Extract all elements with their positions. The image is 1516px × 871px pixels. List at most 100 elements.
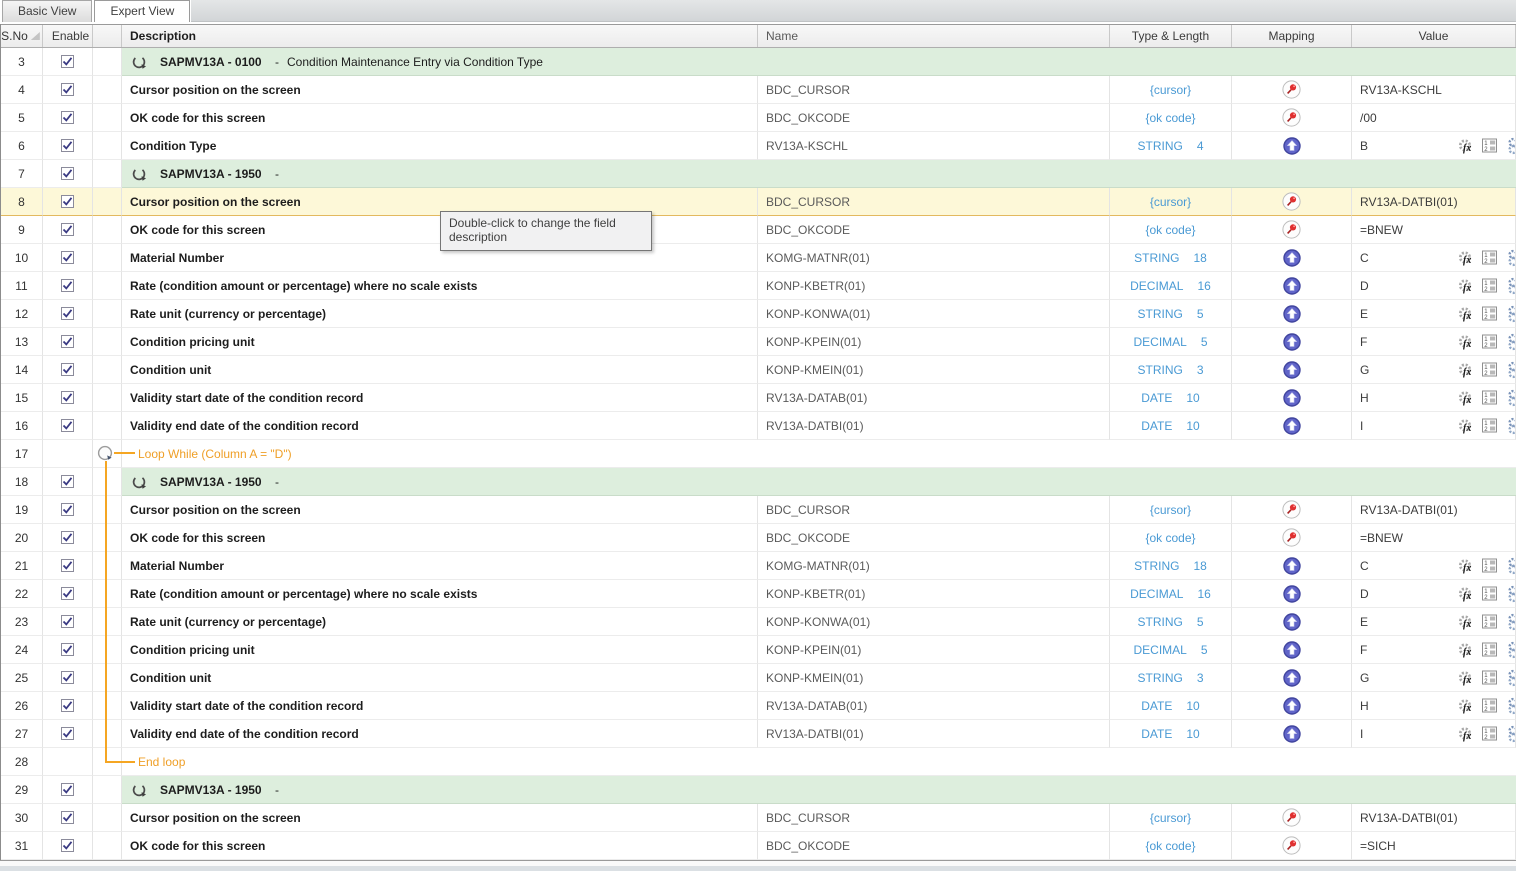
formula-fx-icon[interactable]: fx	[1458, 641, 1475, 658]
field-description[interactable]: Rate (condition amount or percentage) wh…	[122, 272, 758, 300]
field-type-length[interactable]: STRING5	[1110, 300, 1232, 328]
field-name[interactable]: RV13A-DATBI(01)	[758, 720, 1110, 748]
field-description[interactable]: Validity end date of the condition recor…	[122, 412, 758, 440]
value-cell[interactable]: E fx 1 2	[1352, 608, 1516, 636]
mapping-cell[interactable]	[1232, 76, 1352, 104]
field-description[interactable]: Rate unit (currency or percentage)	[122, 300, 758, 328]
column-header-type-length[interactable]: Type & Length	[1110, 25, 1232, 47]
field-name[interactable]: BDC_CURSOR	[758, 496, 1110, 524]
table-row[interactable]: 31 OK code for this screenBDC_OKCODE {ok…	[1, 832, 1516, 860]
field-description[interactable]: Condition unit	[122, 356, 758, 384]
enable-checkbox[interactable]	[61, 55, 74, 68]
field-type-length[interactable]: DECIMAL16	[1110, 580, 1232, 608]
value-cell[interactable]: C fx 1 2	[1352, 552, 1516, 580]
field-description[interactable]: Cursor position on the screen	[122, 496, 758, 524]
value-cell[interactable]: C fx 1 2	[1352, 244, 1516, 272]
column-header-description[interactable]: Description	[122, 25, 758, 47]
enable-checkbox[interactable]	[61, 307, 74, 320]
field-name[interactable]: RV13A-DATAB(01)	[758, 692, 1110, 720]
link-icon[interactable]	[1505, 557, 1516, 574]
mapping-cell[interactable]	[1232, 664, 1352, 692]
value-cell[interactable]: RV13A-KSCHL	[1352, 76, 1516, 104]
enable-checkbox[interactable]	[61, 419, 74, 432]
mapping-cell[interactable]	[1232, 216, 1352, 244]
horizontal-scrollbar[interactable]	[0, 866, 1516, 871]
loop-icon[interactable]	[97, 445, 114, 462]
enable-checkbox[interactable]	[61, 531, 74, 544]
field-description[interactable]: Validity start date of the condition rec…	[122, 692, 758, 720]
link-icon[interactable]	[1505, 641, 1516, 658]
field-description[interactable]: OK code for this screen	[122, 832, 758, 860]
field-type-length[interactable]: {cursor}	[1110, 76, 1232, 104]
formula-fx-icon[interactable]: fx	[1458, 361, 1475, 378]
link-icon[interactable]	[1505, 613, 1516, 630]
column-header-value[interactable]: Value	[1352, 25, 1516, 47]
enable-checkbox[interactable]	[61, 363, 74, 376]
field-type-length[interactable]: DECIMAL5	[1110, 328, 1232, 356]
table-row[interactable]: 30 Cursor position on the screenBDC_CURS…	[1, 804, 1516, 832]
formula-fx-icon[interactable]: fx	[1458, 613, 1475, 630]
enable-checkbox[interactable]	[61, 727, 74, 740]
formula-fx-icon[interactable]: fx	[1458, 585, 1475, 602]
field-description[interactable]: Condition unit	[122, 664, 758, 692]
table-row[interactable]: 28 End loop	[1, 748, 1516, 776]
enable-checkbox[interactable]	[61, 335, 74, 348]
value-cell[interactable]: I fx 1 2	[1352, 412, 1516, 440]
mapping-cell[interactable]	[1232, 608, 1352, 636]
value-cell[interactable]: H fx 1 2	[1352, 692, 1516, 720]
field-name[interactable]: RV13A-KSCHL	[758, 132, 1110, 160]
link-icon[interactable]	[1505, 277, 1516, 294]
table-row[interactable]: 24 Condition pricing unitKONP-KPEIN(01) …	[1, 636, 1516, 664]
field-name[interactable]: KONP-KBETR(01)	[758, 272, 1110, 300]
table-row[interactable]: 15 Validity start date of the condition …	[1, 384, 1516, 412]
formula-fx-icon[interactable]: fx	[1458, 277, 1475, 294]
table-row[interactable]: 29 SAPMV13A - 1950 -	[1, 776, 1516, 804]
field-type-length[interactable]: {ok code}	[1110, 832, 1232, 860]
mapping-cell[interactable]	[1232, 384, 1352, 412]
enable-checkbox[interactable]	[61, 279, 74, 292]
field-type-length[interactable]: STRING4	[1110, 132, 1232, 160]
mapping-cell[interactable]	[1232, 188, 1352, 216]
table-row[interactable]: 18 SAPMV13A - 1950 -	[1, 468, 1516, 496]
link-icon[interactable]	[1505, 389, 1516, 406]
field-description[interactable]: Validity end date of the condition recor…	[122, 720, 758, 748]
link-icon[interactable]	[1505, 725, 1516, 742]
field-type-length[interactable]: DATE10	[1110, 412, 1232, 440]
formula-fx-icon[interactable]: fx	[1458, 389, 1475, 406]
table-row[interactable]: 5 OK code for this screenBDC_OKCODE {ok …	[1, 104, 1516, 132]
field-type-length[interactable]: STRING5	[1110, 608, 1232, 636]
enable-checkbox[interactable]	[61, 699, 74, 712]
formula-fx-icon[interactable]: fx	[1458, 137, 1475, 154]
field-name[interactable]: BDC_OKCODE	[758, 832, 1110, 860]
enable-checkbox[interactable]	[61, 615, 74, 628]
link-icon[interactable]	[1505, 669, 1516, 686]
value-cell[interactable]: G fx 1 2	[1352, 664, 1516, 692]
table-row[interactable]: 14 Condition unitKONP-KMEIN(01) STRING3 …	[1, 356, 1516, 384]
field-description[interactable]: Material Number	[122, 552, 758, 580]
field-description[interactable]: Condition pricing unit	[122, 328, 758, 356]
mapping-cell[interactable]	[1232, 496, 1352, 524]
enable-checkbox[interactable]	[61, 839, 74, 852]
field-type-length[interactable]: STRING3	[1110, 664, 1232, 692]
link-icon[interactable]	[1505, 697, 1516, 714]
table-row[interactable]: 27 Validity end date of the condition re…	[1, 720, 1516, 748]
mapping-list-icon[interactable]: 1 2	[1482, 137, 1498, 153]
table-row[interactable]: 19 Cursor position on the screenBDC_CURS…	[1, 496, 1516, 524]
table-row[interactable]: 8 Cursor position on the screenBDC_CURSO…	[1, 188, 1516, 216]
mapping-cell[interactable]	[1232, 832, 1352, 860]
field-name[interactable]: RV13A-DATBI(01)	[758, 412, 1110, 440]
mapping-list-icon[interactable]: 1 2	[1482, 361, 1498, 377]
table-row[interactable]: 20 OK code for this screenBDC_OKCODE {ok…	[1, 524, 1516, 552]
mapping-list-icon[interactable]: 1 2	[1482, 669, 1498, 685]
table-row[interactable]: 22 Rate (condition amount or percentage)…	[1, 580, 1516, 608]
field-description[interactable]: Cursor position on the screen	[122, 76, 758, 104]
mapping-list-icon[interactable]: 1 2	[1482, 305, 1498, 321]
value-cell[interactable]: B fx 1 2	[1352, 132, 1516, 160]
value-cell[interactable]: =BNEW	[1352, 524, 1516, 552]
loop-cell[interactable]: End loop	[122, 748, 1516, 776]
value-cell[interactable]: H fx 1 2	[1352, 384, 1516, 412]
formula-fx-icon[interactable]: fx	[1458, 697, 1475, 714]
table-row[interactable]: 13 Condition pricing unitKONP-KPEIN(01) …	[1, 328, 1516, 356]
enable-checkbox[interactable]	[61, 111, 74, 124]
link-icon[interactable]	[1505, 585, 1516, 602]
